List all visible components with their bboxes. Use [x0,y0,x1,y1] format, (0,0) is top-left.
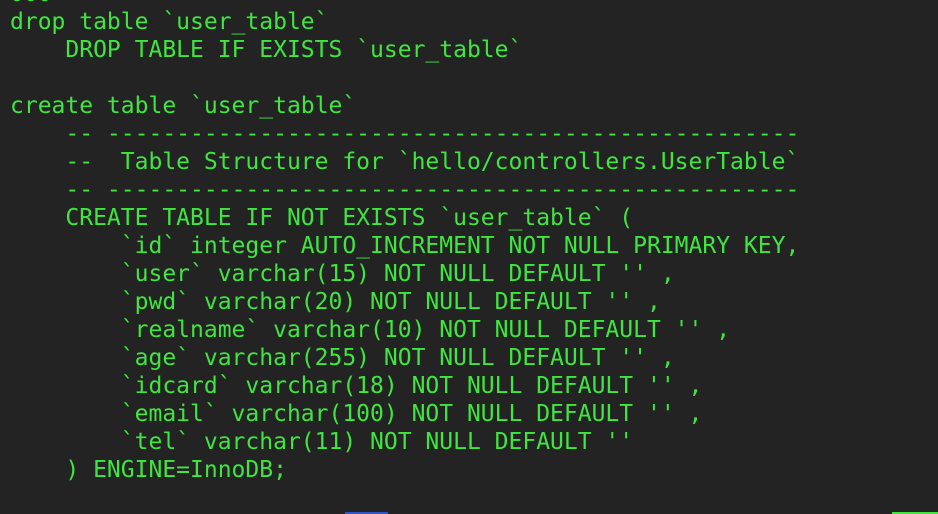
terminal-line: ) ENGINE=InnoDB; [10,457,287,483]
terminal-line: -- -------------------------------------… [10,177,800,203]
terminal-line: `tel` varchar(11) NOT NULL DEFAULT '' [10,429,634,455]
terminal-line: `email` varchar(100) NOT NULL DEFAULT ''… [10,401,703,427]
terminal-line: DROP TABLE IF EXISTS `user_table` [10,37,523,63]
terminal-output[interactable]: 000drop table `user_table` DROP TABLE IF… [10,0,799,484]
terminal-line: create table `user_table` [10,93,357,119]
terminal-line: 000 [10,0,799,8]
terminal-line: `age` varchar(255) NOT NULL DEFAULT '' , [10,345,675,371]
terminal-line: `id` integer AUTO_INCREMENT NOT NULL PRI… [10,233,800,259]
terminal-line: drop table `user_table` [10,9,329,35]
terminal-line: `user` varchar(15) NOT NULL DEFAULT '' , [10,261,675,287]
terminal-line: `pwd` varchar(20) NOT NULL DEFAULT '' , [10,289,661,315]
terminal-window[interactable]: 000drop table `user_table` DROP TABLE IF… [0,0,938,514]
terminal-line: `idcard` varchar(18) NOT NULL DEFAULT ''… [10,373,703,399]
terminal-line: -- -------------------------------------… [10,121,800,147]
terminal-line: CREATE TABLE IF NOT EXISTS `user_table` … [10,205,634,231]
terminal-line: `realname` varchar(10) NOT NULL DEFAULT … [10,317,731,343]
terminal-line: -- Table Structure for `hello/controller… [10,149,800,175]
